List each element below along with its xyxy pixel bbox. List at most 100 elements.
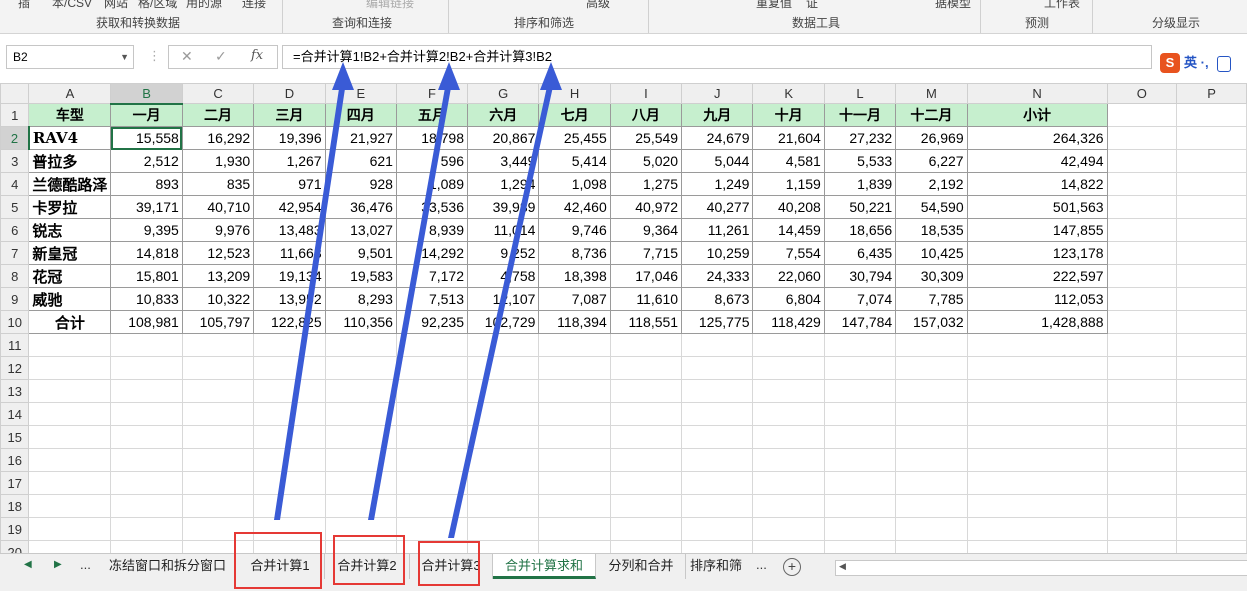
value-cell[interactable]: 621 (324, 149, 397, 173)
value-cell[interactable]: 222,597 (966, 264, 1108, 288)
cell[interactable] (966, 425, 1108, 449)
value-cell[interactable]: 9,976 (181, 218, 255, 242)
cell[interactable] (609, 379, 683, 403)
column-header[interactable]: I (609, 83, 683, 104)
cell[interactable] (1176, 149, 1247, 173)
cell[interactable] (895, 471, 968, 495)
row-header[interactable]: 14 (0, 402, 30, 426)
cell[interactable] (324, 379, 397, 403)
cell[interactable] (1176, 218, 1247, 242)
value-cell[interactable]: 11,610 (609, 287, 683, 311)
value-cell[interactable]: 118,551 (609, 310, 683, 334)
model-name-cell[interactable]: RAV4 (28, 126, 112, 150)
cell[interactable] (1176, 172, 1247, 196)
cell[interactable] (538, 356, 611, 380)
cell[interactable] (181, 402, 255, 426)
cell[interactable] (395, 402, 469, 426)
header-cell[interactable]: 十月 (752, 103, 825, 127)
value-cell[interactable]: 17,046 (609, 264, 683, 288)
cell[interactable] (467, 425, 540, 449)
value-cell[interactable]: 19,134 (253, 264, 326, 288)
cell[interactable] (110, 494, 183, 518)
cell[interactable] (181, 333, 255, 357)
value-cell[interactable]: 123,178 (966, 241, 1108, 265)
cell[interactable] (395, 356, 469, 380)
column-header[interactable]: G (467, 83, 540, 104)
cell[interactable] (253, 333, 326, 357)
value-cell[interactable]: 5,533 (823, 149, 897, 173)
cell[interactable] (681, 402, 754, 426)
value-cell[interactable]: 25,549 (609, 126, 683, 150)
model-name-cell[interactable]: 普拉多 (28, 149, 112, 173)
value-cell[interactable]: 39,171 (110, 195, 183, 219)
cancel-icon[interactable]: ✕ (181, 48, 193, 65)
value-cell[interactable]: 26,969 (895, 126, 968, 150)
cell[interactable] (1106, 540, 1178, 553)
column-header[interactable]: P (1176, 83, 1247, 104)
value-cell[interactable]: 10,833 (110, 287, 183, 311)
cell[interactable] (609, 333, 683, 357)
cell[interactable] (110, 402, 183, 426)
value-cell[interactable]: 13,952 (253, 287, 326, 311)
value-cell[interactable]: 108,981 (110, 310, 183, 334)
cell[interactable] (1176, 471, 1247, 495)
value-cell[interactable]: 18,398 (538, 264, 611, 288)
value-cell[interactable]: 1,930 (181, 149, 255, 173)
value-cell[interactable]: 4,581 (752, 149, 825, 173)
value-cell[interactable]: 19,583 (324, 264, 397, 288)
value-cell[interactable]: 42,494 (966, 149, 1108, 173)
value-cell[interactable]: 13,209 (181, 264, 255, 288)
cell[interactable] (823, 379, 897, 403)
value-cell[interactable]: 9,746 (538, 218, 611, 242)
row-header[interactable]: 8 (0, 264, 30, 288)
column-header[interactable]: A (28, 83, 112, 104)
value-cell[interactable]: 147,855 (966, 218, 1108, 242)
header-cell[interactable]: 七月 (538, 103, 611, 127)
cell[interactable] (609, 425, 683, 449)
value-cell[interactable]: 14,818 (110, 241, 183, 265)
model-name-cell[interactable]: 卡罗拉 (28, 195, 112, 219)
add-sheet-icon[interactable]: + (783, 558, 801, 576)
cell[interactable] (28, 356, 112, 380)
tab-sort-filter[interactable]: 排序和筛 (686, 554, 746, 579)
cell[interactable] (966, 333, 1108, 357)
model-name-cell[interactable]: 合计 (28, 310, 112, 334)
cell[interactable] (681, 379, 754, 403)
value-cell[interactable]: 8,673 (681, 287, 754, 311)
cell[interactable] (1106, 287, 1178, 311)
cell[interactable] (538, 379, 611, 403)
value-cell[interactable]: 1,428,888 (966, 310, 1108, 334)
cell[interactable] (538, 540, 611, 553)
scroll-right-icon[interactable]: ▶ (54, 559, 62, 570)
cell[interactable] (966, 356, 1108, 380)
value-cell[interactable]: 9,364 (609, 218, 683, 242)
value-cell[interactable]: 7,715 (609, 241, 683, 265)
value-cell[interactable]: 8,293 (324, 287, 397, 311)
value-cell[interactable]: 40,208 (752, 195, 825, 219)
cell[interactable] (1176, 448, 1247, 472)
cell[interactable] (823, 425, 897, 449)
cell[interactable] (752, 425, 825, 449)
value-cell[interactable]: 264,326 (966, 126, 1108, 150)
row-header[interactable]: 2 (0, 126, 30, 150)
value-cell[interactable]: 2,192 (895, 172, 968, 196)
cell[interactable] (1106, 126, 1178, 150)
cell[interactable] (324, 425, 397, 449)
row-header[interactable]: 9 (0, 287, 30, 311)
value-cell[interactable]: 102,729 (467, 310, 540, 334)
value-cell[interactable]: 11,261 (681, 218, 754, 242)
value-cell[interactable]: 19,396 (253, 126, 326, 150)
cell[interactable] (467, 494, 540, 518)
row-header[interactable]: 13 (0, 379, 30, 403)
cell[interactable] (681, 356, 754, 380)
value-cell[interactable]: 110,356 (324, 310, 397, 334)
cell[interactable] (1106, 149, 1178, 173)
row-header[interactable]: 6 (0, 218, 30, 242)
value-cell[interactable]: 118,429 (752, 310, 825, 334)
cell[interactable] (752, 517, 825, 541)
value-cell[interactable]: 42,460 (538, 195, 611, 219)
cell[interactable] (752, 333, 825, 357)
cell[interactable] (609, 402, 683, 426)
cell[interactable] (1106, 103, 1178, 127)
value-cell[interactable]: 835 (181, 172, 255, 196)
